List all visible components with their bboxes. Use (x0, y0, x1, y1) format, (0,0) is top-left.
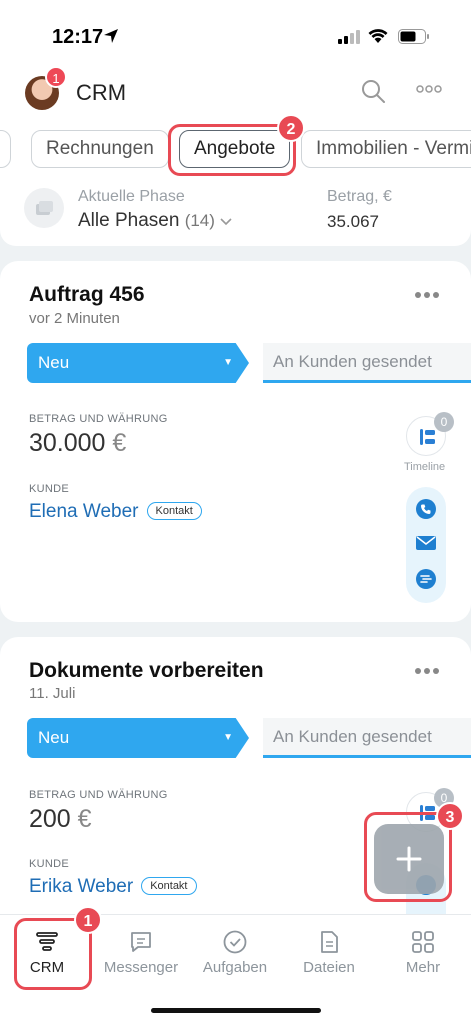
stage-current[interactable]: Neu ▼ (27, 718, 249, 758)
timeline-count-badge: 0 (434, 412, 454, 432)
status-bar: 12:17 (0, 0, 471, 70)
page-title: CRM (76, 80, 127, 105)
stage-next[interactable]: An Kunden gesendet (263, 718, 471, 758)
cellular-signal-icon (338, 30, 360, 44)
nav-item-aufgaben[interactable]: Aufgaben (188, 925, 282, 976)
nav-label: Messenger (103, 959, 179, 976)
customer-type-chip: Kontakt (141, 877, 197, 895)
amount-label: Betrag, € (327, 188, 392, 205)
nav-label: Dateien (303, 959, 355, 976)
card-subtitle: vor 2 Minuten (29, 310, 120, 327)
more-dots-icon[interactable] (414, 291, 440, 299)
nav-item-dateien[interactable]: Dateien (282, 925, 376, 976)
chevron-down-icon (220, 218, 232, 226)
caret-down-icon: ▼ (223, 732, 233, 743)
phase-value: Alle Phasen (78, 210, 180, 231)
notification-badge: 1 (45, 66, 67, 88)
contact-actions (406, 487, 446, 603)
timeline-label: Timeline (404, 461, 446, 473)
currency: € (77, 805, 92, 833)
amount-field-label: BETRAG UND WÄHRUNG (29, 789, 168, 801)
mail-icon[interactable] (416, 535, 436, 551)
step-badge-2: 2 (277, 114, 305, 142)
search-icon[interactable] (360, 78, 386, 104)
nav-item-mehr[interactable]: Mehr (376, 925, 470, 976)
caret-down-icon: ▼ (223, 357, 233, 368)
phase-selector[interactable]: Alle Phasen (14) (78, 210, 232, 232)
amount-field-label: BETRAG UND WÄHRUNG (29, 413, 168, 425)
amount-value: 30.000 (29, 429, 106, 457)
customer-name[interactable]: Elena Weber (29, 501, 139, 522)
tab-immobilien[interactable]: Immobilien - Vermie (301, 130, 471, 168)
amount-field: 30.000 € (29, 429, 126, 458)
stage-current[interactable]: Neu ▼ (27, 343, 249, 383)
nav-label: Mehr (405, 959, 441, 976)
more-options-icon[interactable] (416, 84, 442, 94)
nav-item-messenger[interactable]: Messenger (94, 925, 188, 976)
card-subtitle: 11. Juli (29, 685, 76, 702)
amount-field: 200 € (29, 805, 92, 834)
wifi-icon (368, 29, 388, 43)
amount-value: 200 (29, 805, 71, 833)
battery-icon (398, 29, 429, 44)
more-dots-icon[interactable] (414, 667, 440, 675)
location-arrow-icon (104, 29, 118, 43)
document-icon (321, 931, 338, 953)
tab-rechnungen[interactable]: Rechnungen (31, 130, 169, 168)
card-title: Dokumente vorbereiten (29, 659, 264, 682)
home-indicator (151, 1008, 321, 1013)
customer-field: Elena Weber Kontakt (29, 501, 202, 523)
step-badge-1: 1 (74, 906, 102, 934)
customer-type-chip: Kontakt (146, 502, 202, 520)
phase-count: (14) (184, 211, 215, 230)
phase-summary: Aktuelle Phase Alle Phasen (14) Betrag, … (0, 182, 471, 246)
grid-icon (412, 931, 434, 953)
nav-label: Aufgaben (202, 959, 268, 976)
step-badge-3: 3 (436, 802, 464, 830)
check-circle-icon (223, 930, 247, 954)
amount-total: 35.067 (327, 212, 379, 231)
card-title: Auftrag 456 (29, 283, 145, 306)
customer-field-label: KUNDE (29, 483, 70, 495)
stage-current-label: Neu (38, 353, 70, 372)
stage-next[interactable]: An Kunden gesendet (263, 343, 471, 383)
currency: € (112, 429, 127, 457)
stage-current-label: Neu (38, 728, 70, 747)
phase-label: Aktuelle Phase (78, 188, 185, 205)
customer-field: Erika Weber Kontakt (29, 876, 197, 898)
customer-name[interactable]: Erika Weber (29, 876, 133, 897)
app-header: 1 CRM (0, 66, 471, 116)
phone-icon[interactable] (416, 499, 436, 519)
status-time: 12:17 (52, 26, 104, 48)
message-icon[interactable] (416, 569, 436, 589)
customer-field-label: KUNDE (29, 858, 70, 870)
entity-tabs: n Rechnungen Angebote Immobilien - Vermi… (0, 116, 471, 182)
tab-previous[interactable]: n (0, 130, 11, 168)
chat-icon (131, 932, 151, 952)
stack-icon (24, 188, 64, 228)
deal-card[interactable]: Auftrag 456 vor 2 Minuten Neu ▼ An Kunde… (0, 261, 471, 622)
